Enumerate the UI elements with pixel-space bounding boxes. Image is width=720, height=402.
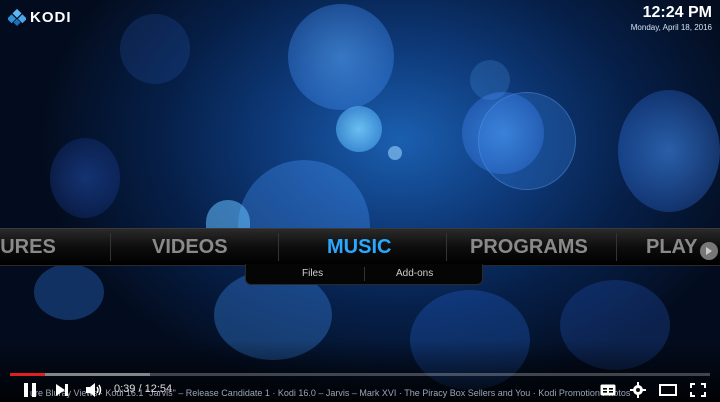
submenu-divider — [364, 267, 365, 281]
menu-divider — [278, 233, 279, 261]
menu-divider — [616, 233, 617, 261]
progress-played — [10, 373, 45, 376]
clock-time: 12:24 PM — [642, 4, 712, 21]
next-button[interactable] — [52, 380, 72, 400]
bokeh-circle — [462, 92, 544, 174]
captions-icon — [600, 384, 616, 396]
kodi-logo-icon — [8, 8, 26, 26]
clock-widget: 12:24 PM Monday, April 18, 2016 — [631, 4, 712, 32]
kodi-home-screen: KODI 12:24 PM Monday, April 18, 2016 TUR… — [0, 0, 720, 402]
kodi-logo: KODI — [8, 6, 72, 28]
duration: 12:54 — [144, 383, 173, 395]
app-name: KODI — [30, 8, 72, 26]
pause-button[interactable] — [20, 380, 40, 400]
gear-icon — [630, 382, 646, 398]
bokeh-circle — [120, 14, 190, 84]
bokeh-circle — [288, 4, 394, 110]
time-display: 0:39 / 12:54 — [114, 383, 172, 395]
menu-item-programs[interactable]: PROGRAMS — [470, 229, 588, 265]
bokeh-circle — [34, 264, 104, 320]
menu-item-videos[interactable]: VIDEOS — [152, 229, 228, 265]
bokeh-circle — [238, 160, 370, 230]
pause-icon — [24, 383, 36, 397]
bokeh-circle — [618, 90, 720, 212]
time-separator: / — [135, 383, 145, 395]
current-time: 0:39 — [114, 383, 136, 395]
bokeh-circle — [470, 60, 510, 100]
menu-item-playlists[interactable]: PLAY — [646, 229, 698, 265]
fullscreen-icon — [690, 383, 706, 397]
volume-button[interactable] — [84, 380, 104, 400]
menu-divider — [446, 233, 447, 261]
fullscreen-button[interactable] — [688, 380, 708, 400]
menu-item-pictures[interactable]: TURES — [0, 229, 56, 265]
captions-button[interactable] — [598, 380, 618, 400]
music-submenu: Files Add-ons — [245, 264, 483, 285]
settings-button[interactable] — [628, 380, 648, 400]
bokeh-circle — [388, 146, 402, 160]
volume-icon — [86, 383, 102, 397]
video-progress-bar[interactable] — [10, 373, 710, 376]
submenu-item-files[interactable]: Files — [302, 264, 323, 284]
side-arrow-button[interactable] — [700, 242, 718, 260]
main-menu-bar: TURES VIDEOS MUSIC PROGRAMS PLAY — [0, 228, 720, 266]
menu-divider — [110, 233, 111, 261]
clock-date: Monday, April 18, 2016 — [630, 23, 712, 32]
submenu-item-addons[interactable]: Add-ons — [396, 264, 433, 284]
theater-mode-icon — [659, 384, 677, 396]
bokeh-circle — [336, 106, 382, 152]
next-icon — [56, 384, 68, 396]
menu-item-music[interactable]: MUSIC — [327, 229, 391, 265]
theater-mode-button[interactable] — [658, 380, 678, 400]
bokeh-circle — [50, 138, 120, 218]
